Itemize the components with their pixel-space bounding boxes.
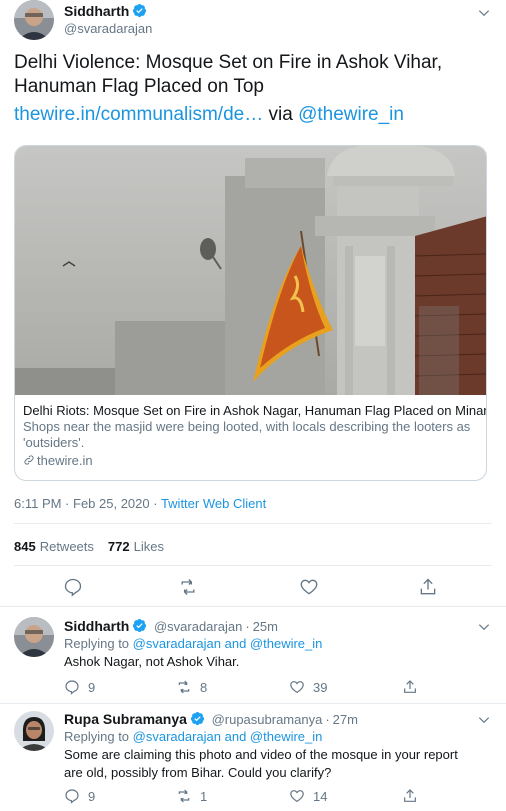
- like-action[interactable]: 39: [289, 679, 327, 695]
- card-description: Shops near the masjid were being looted,…: [23, 419, 471, 450]
- author-handle[interactable]: @svaradarajan: [64, 21, 152, 36]
- reply-text: Some are claiming this photo and video o…: [64, 747, 458, 780]
- like-count: 39: [313, 680, 328, 695]
- reply-author-name[interactable]: Siddharth: [64, 618, 129, 634]
- replying-to-link[interactable]: @svaradarajan and @thewire_in: [133, 729, 323, 744]
- card-domain-text: thewire.in: [37, 453, 93, 468]
- tweet-timestamp[interactable]: 6:11 PM · Feb 25, 2020 ·: [14, 496, 161, 511]
- reply-avatar[interactable]: [14, 617, 54, 657]
- reply-icon[interactable]: [63, 577, 83, 597]
- replying-to: Replying to @svaradarajan and @thewire_i…: [64, 636, 322, 651]
- chevron-down-icon[interactable]: [477, 620, 491, 634]
- divider: [14, 565, 492, 566]
- reply-avatar[interactable]: [14, 711, 54, 751]
- divider: [0, 606, 506, 607]
- author-name[interactable]: Siddharth: [64, 3, 129, 19]
- verified-badge-icon: [190, 711, 205, 726]
- reply-text: Ashok Nagar, not Ashok Vihar.: [64, 654, 240, 669]
- retweets-label: Retweets: [39, 539, 94, 554]
- card-domain: thewire.in: [23, 453, 483, 469]
- retweet-icon[interactable]: [178, 577, 198, 597]
- tweet-meta: 6:11 PM · Feb 25, 2020 · Twitter Web Cli…: [14, 496, 266, 511]
- retweet-action[interactable]: 1: [176, 788, 207, 804]
- reply-count: 9: [88, 789, 96, 804]
- reply-header: Siddharth @svaradarajan · 25m: [64, 618, 278, 634]
- retweet-count: 1: [200, 789, 208, 804]
- share-action[interactable]: [402, 788, 418, 804]
- share-icon: [402, 679, 418, 695]
- via-text: via: [263, 104, 299, 125]
- likes-label: Likes: [133, 539, 164, 554]
- verified-badge-icon: [132, 3, 147, 18]
- like-icon[interactable]: [299, 577, 319, 597]
- chevron-down-icon[interactable]: [477, 6, 491, 20]
- reply-icon: [64, 679, 80, 695]
- replying-prefix: Replying to: [64, 729, 133, 744]
- link-icon: [23, 454, 35, 466]
- like-action[interactable]: 14: [289, 788, 327, 804]
- reply-time[interactable]: 27m: [333, 712, 358, 727]
- verified-badge-icon: [132, 618, 147, 633]
- share-icon: [402, 788, 418, 804]
- chevron-down-icon[interactable]: [477, 713, 491, 727]
- divider: [0, 703, 506, 704]
- likes-stat[interactable]: 772 Likes: [108, 539, 164, 554]
- reply-author-handle[interactable]: @rupasubramanya: [212, 712, 323, 727]
- tweet-text-line-1: Delhi Violence: Mosque Set on Fire in As…: [14, 52, 443, 73]
- retweets-count: 845: [14, 539, 36, 554]
- retweets-stat[interactable]: 845 Retweets: [14, 539, 94, 554]
- like-icon: [289, 788, 305, 804]
- replying-to-link[interactable]: @svaradarajan and @thewire_in: [133, 636, 323, 651]
- card-image: [15, 146, 486, 395]
- card-body: Delhi Riots: Mosque Set on Fire in Ashok…: [23, 403, 487, 469]
- replying-prefix: Replying to: [64, 636, 133, 651]
- share-icon[interactable]: [418, 577, 438, 597]
- reply-author-name[interactable]: Rupa Subramanya: [64, 711, 187, 727]
- retweet-icon: [176, 679, 192, 695]
- like-icon: [289, 679, 305, 695]
- mention-link[interactable]: @thewire_in: [298, 104, 404, 125]
- reply-header: Rupa Subramanya @rupasubramanya · 27m: [64, 711, 358, 727]
- reply-count: 9: [88, 680, 96, 695]
- tweet-stats: 845 Retweets 772 Likes: [14, 539, 164, 554]
- reply-author-handle[interactable]: @svaradarajan: [154, 619, 242, 634]
- reply-action[interactable]: 9: [64, 788, 95, 804]
- card-title: Delhi Riots: Mosque Set on Fire in Ashok…: [23, 403, 487, 418]
- reply-action[interactable]: 9: [64, 679, 95, 695]
- divider: [14, 523, 492, 524]
- retweet-action[interactable]: 8: [176, 679, 207, 695]
- tweet-url-link[interactable]: thewire.in/communalism/de…: [14, 104, 263, 125]
- link-card[interactable]: Delhi Riots: Mosque Set on Fire in Ashok…: [14, 145, 487, 481]
- tweet-client-link[interactable]: Twitter Web Client: [161, 496, 266, 511]
- tweet-text: Delhi Violence: Mosque Set on Fire in As…: [14, 51, 494, 127]
- author-avatar[interactable]: [14, 0, 54, 40]
- tweet-text-line-2: Hanuman Flag Placed on Top: [14, 76, 264, 97]
- share-action[interactable]: [402, 679, 418, 695]
- reply-icon: [64, 788, 80, 804]
- likes-count: 772: [107, 539, 130, 554]
- retweet-icon: [176, 788, 192, 804]
- retweet-count: 8: [200, 680, 208, 695]
- reply-time[interactable]: 25m: [253, 619, 278, 634]
- replying-to: Replying to @svaradarajan and @thewire_i…: [64, 729, 322, 744]
- like-count: 14: [313, 789, 328, 804]
